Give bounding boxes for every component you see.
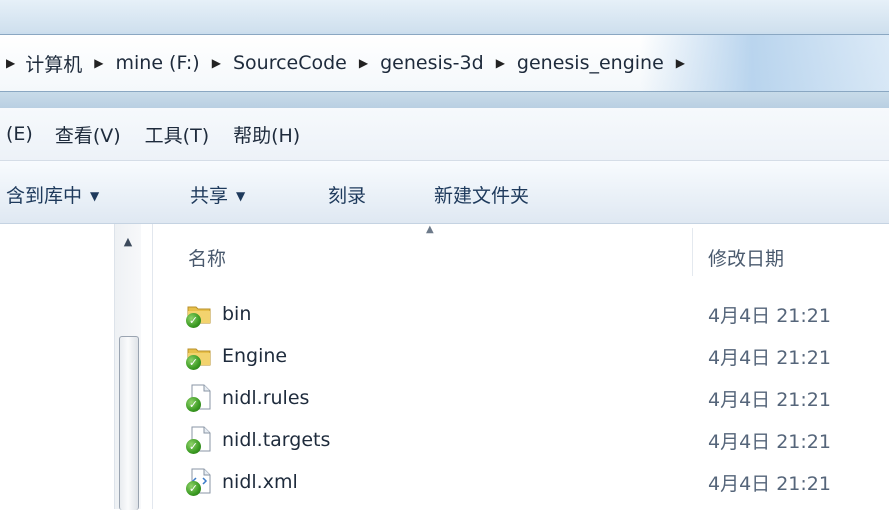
nav-scrollbar[interactable]: ▲ (114, 224, 141, 510)
list-item[interactable]: ✓ bin 4月4日 21:21 (186, 294, 889, 334)
list-item[interactable]: ✓ nidl.rules 4月4日 21:21 (186, 378, 889, 418)
file-date: 4月4日 21:21 (708, 430, 831, 453)
file-name: Engine (222, 345, 288, 367)
column-header-name[interactable]: 名称 (188, 244, 226, 271)
address-bar[interactable]: ▶ 计算机 ▶ mine (F:) ▶ SourceCode ▶ genesis… (0, 34, 889, 92)
sync-check-icon: ✓ (186, 481, 201, 496)
chevron-right-icon[interactable]: ▶ (6, 56, 15, 70)
file-name: bin (222, 303, 252, 325)
scroll-thumb[interactable] (119, 336, 139, 510)
sync-check-icon: ✓ (186, 439, 201, 454)
list-item[interactable]: ✓ nidl.targets 4月4日 21:21 (186, 420, 889, 460)
chevron-right-icon[interactable]: ▶ (496, 56, 505, 70)
column-divider[interactable] (692, 228, 693, 276)
title-glow (0, 0, 889, 32)
sync-check-icon: ✓ (186, 313, 201, 328)
file-name: nidl.rules (222, 387, 310, 409)
menu-bar: (E) 查看(V) 工具(T) 帮助(H) (0, 108, 889, 161)
file-date: 4月4日 21:21 (708, 472, 831, 495)
sync-check-icon: ✓ (186, 355, 201, 370)
include-in-library-label: 含到库中 (6, 185, 83, 207)
sync-check-icon: ✓ (186, 397, 201, 412)
command-bar: 含到库中 ▼ 共享 ▼ 刻录 新建文件夹 (0, 161, 889, 224)
file-icon: ✓ (186, 384, 212, 412)
share-button[interactable]: 共享 ▼ (190, 181, 245, 208)
file-date: 4月4日 21:21 (708, 388, 831, 411)
sort-ascending-icon: ▲ (426, 224, 434, 235)
menu-view[interactable]: 查看(V) (55, 121, 121, 148)
chevron-right-icon[interactable]: ▶ (359, 56, 368, 70)
scroll-up-arrow-icon[interactable]: ▲ (115, 228, 141, 254)
breadcrumb: ▶ 计算机 ▶ mine (F:) ▶ SourceCode ▶ genesis… (0, 50, 697, 77)
dropdown-arrow-icon: ▼ (90, 189, 100, 203)
burn-button[interactable]: 刻录 (328, 181, 366, 208)
address-bar-bottom (0, 92, 889, 108)
breadcrumb-sourcecode[interactable]: SourceCode (233, 52, 347, 74)
breadcrumb-genesis-3d[interactable]: genesis-3d (380, 52, 484, 74)
column-header-date-modified[interactable]: 修改日期 (708, 244, 784, 271)
share-label: 共享 (190, 185, 229, 207)
dropdown-arrow-icon: ▼ (236, 189, 246, 203)
xml-file-icon: ✓ (186, 468, 212, 496)
list-item[interactable]: ✓ nidl.xml 4月4日 21:21 (186, 462, 889, 502)
list-item[interactable]: ✓ Engine 4月4日 21:21 (186, 336, 889, 376)
new-folder-button[interactable]: 新建文件夹 (434, 181, 529, 208)
file-date: 4月4日 21:21 (708, 346, 831, 369)
folder-icon: ✓ (186, 342, 212, 370)
file-name: nidl.xml (222, 471, 298, 493)
file-date: 4月4日 21:21 (708, 304, 831, 327)
menu-tools[interactable]: 工具(T) (145, 121, 209, 148)
chevron-right-icon[interactable]: ▶ (212, 56, 221, 70)
folder-icon: ✓ (186, 300, 212, 328)
menu-help[interactable]: 帮助(H) (233, 121, 300, 148)
window-frame: ▶ 计算机 ▶ mine (F:) ▶ SourceCode ▶ genesis… (0, 0, 889, 108)
include-in-library-button[interactable]: 含到库中 ▼ (6, 181, 99, 208)
breadcrumb-genesis-engine[interactable]: genesis_engine (517, 52, 664, 74)
breadcrumb-drive[interactable]: mine (F:) (115, 52, 199, 74)
menu-edit[interactable]: (E) (6, 123, 33, 145)
file-name: nidl.targets (222, 429, 331, 451)
chevron-right-icon[interactable]: ▶ (94, 56, 103, 70)
breadcrumb-computer[interactable]: 计算机 (25, 50, 82, 77)
file-icon: ✓ (186, 426, 212, 454)
chevron-right-icon[interactable]: ▶ (676, 56, 685, 70)
